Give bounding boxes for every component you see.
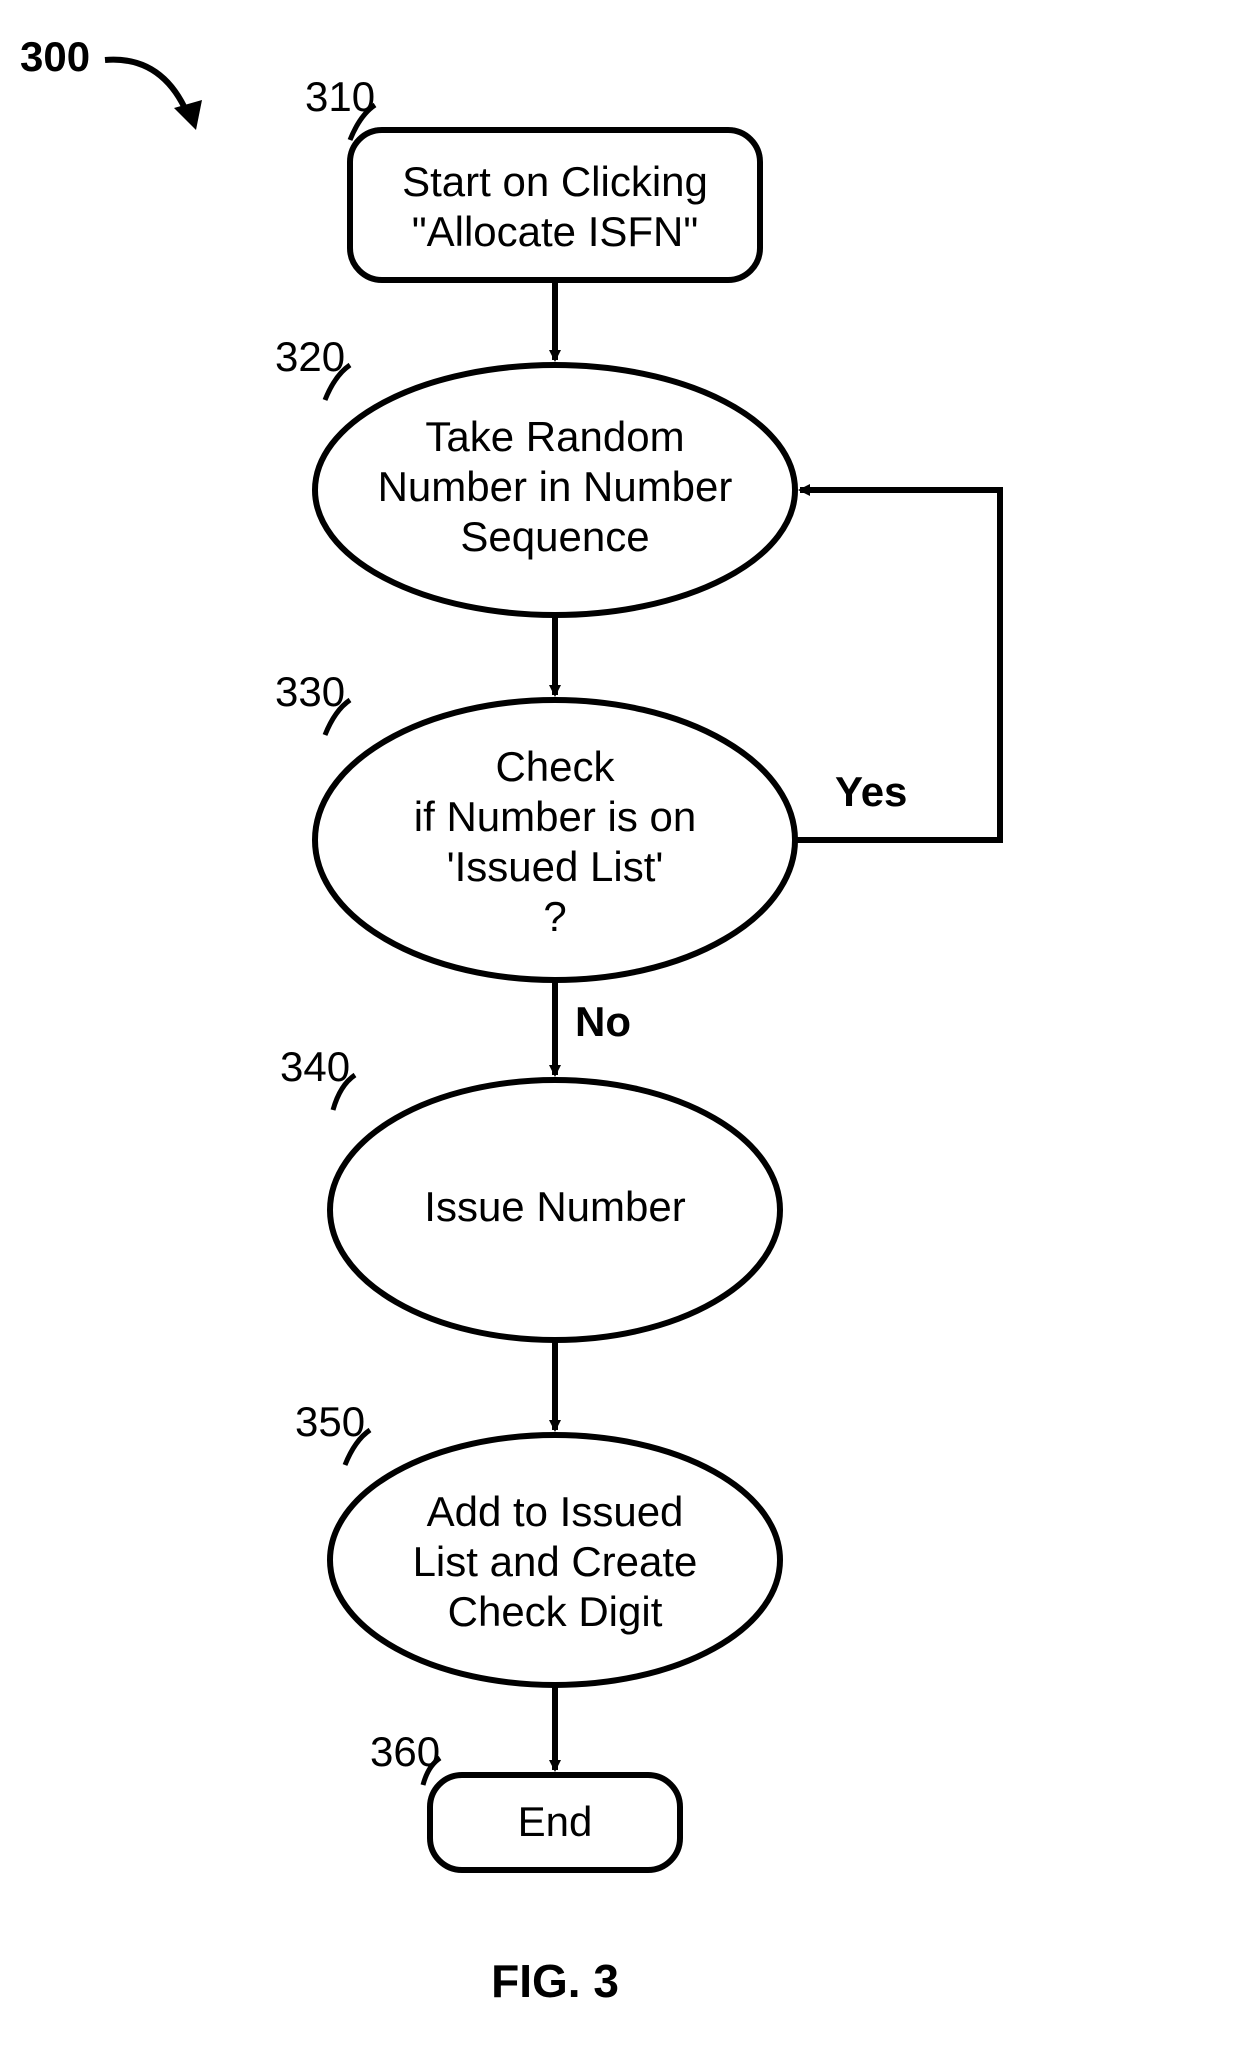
edge-no-label: No [575,998,631,1045]
node-issue-number: Issue Number 340 [280,1043,780,1340]
n340-line1: Issue Number [424,1183,685,1230]
n360-line1: End [518,1798,593,1845]
n320-line3: Sequence [460,513,649,560]
edge-yes-loop: Yes [795,490,1000,840]
n320-ref: 320 [275,333,345,380]
edge-yes-label: Yes [835,768,907,815]
flowchart-fig3: 300 Start on Clicking "Allocate ISFN" 31… [0,0,1240,2054]
n310-line1: Start on Clicking [402,158,708,205]
n330-line4: ? [543,893,566,940]
n310-line2: "Allocate ISFN" [412,208,699,255]
n350-line2: List and Create [413,1538,698,1585]
n320-line1: Take Random [425,413,684,460]
node-start: Start on Clicking "Allocate ISFN" 310 [305,73,760,280]
n350-line3: Check Digit [448,1588,663,1635]
node-end: End 360 [370,1728,680,1870]
n330-line3: 'Issued List' [447,843,664,890]
node-check-issued: Check if Number is on 'Issued List' ? 33… [275,668,795,980]
n330-line2: if Number is on [414,793,696,840]
figure-ref-label: 300 [20,33,90,80]
n320-line2: Number in Number [378,463,733,510]
edge-330-340: No [555,980,631,1075]
n350-ref: 350 [295,1398,365,1445]
node-add-issued-list: Add to Issued List and Create Check Digi… [295,1398,780,1685]
n340-ref: 340 [280,1043,350,1090]
n350-line1: Add to Issued [427,1488,684,1535]
n330-line1: Check [495,743,615,790]
n330-ref: 330 [275,668,345,715]
node-take-random: Take Random Number in Number Sequence 32… [275,333,795,615]
figure-caption: FIG. 3 [491,1955,619,2007]
